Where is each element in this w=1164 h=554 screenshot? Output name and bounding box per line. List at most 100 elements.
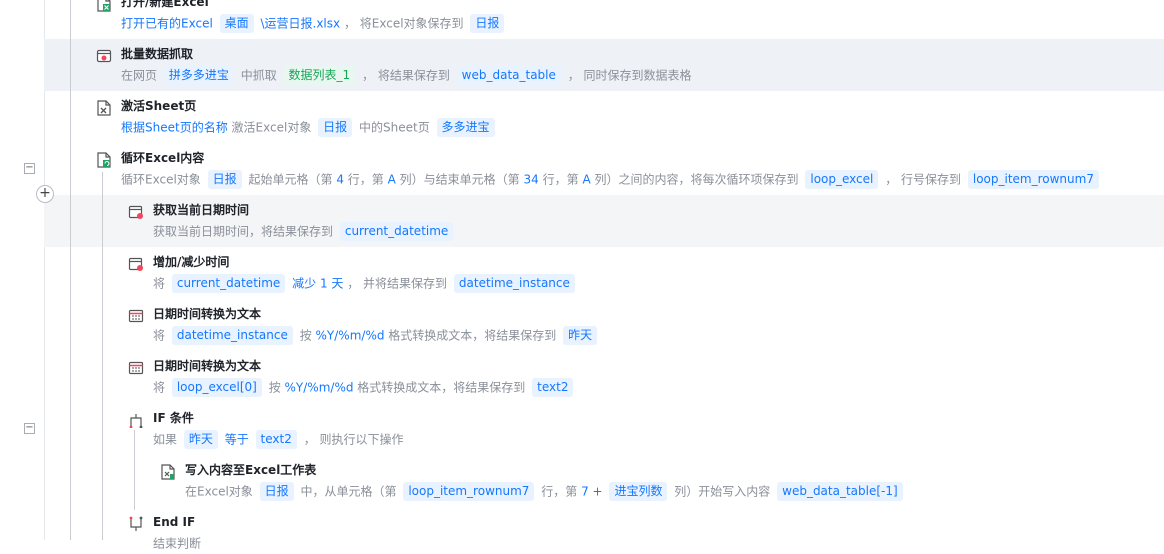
step-title: 增加/减少时间 — [153, 255, 230, 269]
param-value: \运营日报.xlsx — [260, 16, 341, 31]
desc-text: 格式转换成文本，将结果保存到 — [388, 328, 557, 343]
desc-text: 行，第 — [541, 484, 578, 499]
param-value: 7 + — [581, 484, 603, 499]
desc-text: 结束判断 — [153, 536, 202, 551]
desc-text: 中抓取 — [240, 68, 277, 83]
param-value: 根据Sheet页的名称 — [121, 120, 228, 135]
desc-text: 如果 — [153, 432, 178, 447]
step-title: IF 条件 — [153, 411, 194, 425]
calendar-icon — [128, 204, 144, 220]
variable-tag[interactable]: datetime_instance — [171, 326, 293, 345]
excel-open-icon — [96, 0, 112, 12]
variable-tag[interactable]: loop_excel[0] — [171, 378, 262, 397]
variable-tag[interactable]: 拼多多进宝 — [163, 66, 234, 85]
desc-text: 激活Excel对象 — [231, 120, 312, 135]
desc-text: 列）开始写入内容 — [674, 484, 771, 499]
variable-tag[interactable]: 桌面 — [219, 14, 254, 33]
desc-text: 起始单元格（第 — [248, 172, 333, 187]
step-title: 日期时间转换为文本 — [153, 359, 262, 373]
variable-tag[interactable]: 昨天 — [183, 430, 218, 449]
variable-tag[interactable]: loop_item_rownum7 — [403, 482, 535, 501]
desc-text: 将 — [153, 328, 166, 343]
web-scrape-icon — [96, 48, 112, 64]
desc-text: ， 行号保存到 — [885, 172, 962, 187]
tree-line-root — [70, 0, 71, 540]
param-value: A — [582, 172, 591, 187]
desc-text: 行，第 — [542, 172, 579, 187]
desc-text: 列）与结束单元格（第 — [399, 172, 520, 187]
variable-tag[interactable]: web_data_table[-1] — [777, 482, 903, 501]
param-value: 34 — [523, 172, 539, 187]
desc-text: 中的Sheet页 — [359, 120, 430, 135]
variable-tag[interactable]: 日报 — [318, 118, 353, 137]
step-desc: 将 datetime_instance 按 %Y/%m/%d 格式转换成文本，将… — [153, 325, 600, 346]
desc-text: 获取当前日期时间，将结果保存到 — [153, 224, 334, 239]
step-desc: 在Excel对象 日报 中，从单元格（第 loop_item_rownum7 行… — [185, 481, 906, 502]
calendar-text-icon — [128, 308, 144, 324]
end-if-icon — [128, 516, 144, 532]
variable-tag[interactable]: 日报 — [470, 14, 505, 33]
desc-text: 列）之间的内容，将每次循环项保存到 — [594, 172, 799, 187]
desc-text: 格式转换成文本，将结果保存到 — [357, 380, 526, 395]
desc-text: 中，从单元格（第 — [300, 484, 397, 499]
step-desc: 循环Excel对象 日报 起始单元格（第 4 行，第 A 列）与结束单元格（第 … — [121, 169, 1102, 190]
variable-tag[interactable]: 多多进宝 — [436, 118, 495, 137]
collapse-loop-button[interactable]: − — [24, 163, 35, 174]
step-title: 写入内容至Excel工作表 — [185, 463, 317, 477]
variable-tag[interactable]: text2 — [255, 430, 297, 449]
step-title: 批量数据抓取 — [121, 47, 194, 61]
param-value: A — [387, 172, 396, 187]
variable-tag[interactable]: current_datetime — [171, 274, 286, 293]
desc-text: 按 — [299, 328, 312, 343]
variable-tag[interactable]: current_datetime — [339, 222, 454, 241]
desc-text: 行，第 — [347, 172, 384, 187]
variable-tag[interactable]: 进宝列数 — [609, 482, 668, 501]
step-desc: 根据Sheet页的名称 激活Excel对象 日报 中的Sheet页 多多进宝 — [121, 117, 498, 138]
step-desc: 在网页 拼多多进宝 中抓取 数据列表_1 ， 将结果保存到 web_data_t… — [121, 65, 692, 86]
desc-text: ， 则执行以下操作 — [303, 432, 404, 447]
tree-line-loop — [102, 172, 103, 540]
variable-tag[interactable]: loop_excel — [805, 170, 879, 189]
desc-text: ， 将结果保存到 — [362, 68, 450, 83]
desc-text: ， 将Excel对象保存到 — [343, 16, 464, 31]
variable-tag[interactable]: 日报 — [259, 482, 294, 501]
desc-text: 循环Excel对象 — [121, 172, 201, 187]
step-title: 循环Excel内容 — [121, 151, 205, 165]
excel-write-icon — [160, 464, 176, 480]
param-value: %Y/%m/%d — [284, 380, 354, 395]
desc-text: 按 — [268, 380, 281, 395]
desc-text: ， 同时保存到数据表格 — [567, 68, 692, 83]
step-title: 获取当前日期时间 — [153, 203, 250, 217]
desc-text: ， 并将结果保存到 — [347, 276, 448, 291]
variable-tag[interactable]: web_data_table — [456, 66, 561, 85]
step-desc: 获取当前日期时间，将结果保存到 current_datetime — [153, 221, 456, 242]
step-title: End IF — [153, 515, 196, 529]
desc-text: 在Excel对象 — [185, 484, 253, 499]
step-desc: 结束判断 — [153, 533, 201, 554]
element-tag[interactable]: 数据列表_1 — [283, 66, 356, 85]
param-value: %Y/%m/%d — [315, 328, 385, 343]
step-desc: 将 current_datetime 减少 1 天 ， 并将结果保存到 date… — [153, 273, 578, 294]
variable-tag[interactable]: 日报 — [207, 170, 242, 189]
calendar-text-icon — [128, 360, 144, 376]
step-title: 激活Sheet页 — [121, 99, 197, 113]
variable-tag[interactable]: loop_item_rownum7 — [967, 170, 1099, 189]
param-value: 减少 1 天 — [292, 276, 344, 291]
add-step-button[interactable]: + — [36, 185, 54, 203]
step-title: 日期时间转换为文本 — [153, 307, 262, 321]
param-value: 等于 — [224, 432, 249, 447]
if-branch-icon — [128, 412, 144, 428]
desc-text: 将 — [153, 380, 166, 395]
step-title: 打开/新建Excel — [121, 0, 209, 9]
tree-line-if — [134, 430, 135, 510]
variable-tag[interactable]: datetime_instance — [453, 274, 575, 293]
param-value: 4 — [336, 172, 344, 187]
variable-tag[interactable]: 昨天 — [563, 326, 598, 345]
desc-text: 在网页 — [121, 68, 158, 83]
calendar-icon — [128, 256, 144, 272]
variable-tag[interactable]: text2 — [532, 378, 574, 397]
excel-sheet-icon — [96, 100, 112, 116]
param-value: 打开已有的Excel — [121, 16, 213, 31]
collapse-if-button[interactable]: − — [24, 423, 35, 434]
excel-loop-icon — [96, 152, 112, 168]
